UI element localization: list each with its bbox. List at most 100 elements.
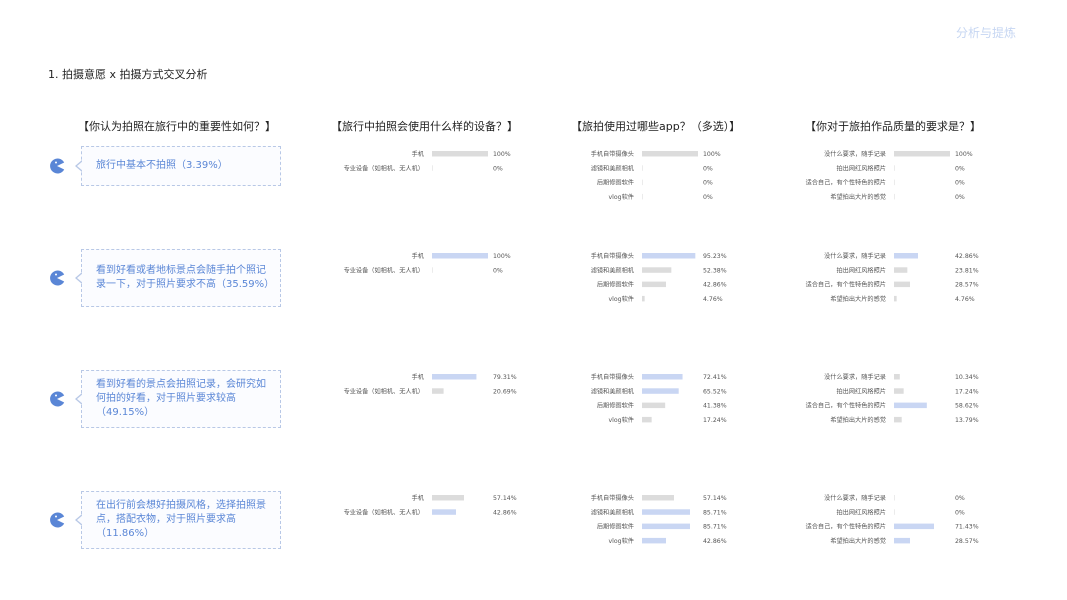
bar (894, 151, 950, 157)
bar-chart-app: 手机自带摄像头 72.41% 滤镜和美颜相机 65.52% 后期修图软件 41.38% vl… (541, 373, 741, 431)
value-label: 0% (493, 165, 503, 172)
bar (894, 165, 895, 171)
category-label: 手机自带摄像头 (591, 252, 634, 260)
bar-chart-svg: 手机自带摄像头 95.23% 滤镜和美颜相机 52.38% 后期修图软件 42.86% vl… (591, 252, 727, 303)
bar-chart-svg: 手机 100% 专业设备（如相机、无人机） 0% (344, 252, 511, 274)
category-label: vlog软件 (609, 537, 634, 545)
category-label: 专业设备（如相机、无人机） (344, 266, 424, 274)
bar-chart-svg: 没什么要求，随手记录 42.86% 拍出网红风格照片 23.81% 适合自己，有个性特色… (806, 252, 979, 303)
category-label: 适合自己，有个性特色的照片 (806, 179, 886, 187)
value-label: 4.76% (703, 296, 723, 303)
bar (432, 374, 477, 380)
answer-bubble: 旅行中基本不拍照（3.39%） (75, 146, 281, 186)
value-label: 100% (703, 151, 721, 158)
top-link[interactable]: 分析与提炼 (956, 24, 1016, 41)
bar-chart-app: 手机自带摄像头 100% 滤镜和美颜相机 0% 后期修图软件 0% vlog软件 0% (541, 150, 741, 208)
bar (642, 165, 643, 171)
pacman-icon (50, 391, 65, 407)
value-label: 42.86% (493, 509, 517, 516)
bar (894, 374, 900, 380)
value-label: 10.34% (955, 374, 979, 381)
bar (642, 416, 652, 423)
value-label: 42.86% (703, 282, 727, 289)
value-label: 85.71% (703, 524, 727, 531)
value-label: 0% (703, 180, 713, 187)
bar-chart-svg: 手机自带摄像头 57.14% 滤镜和美颜相机 85.71% 后期修图软件 85.71% vl… (591, 494, 727, 545)
row-label: 旅行中基本不拍照（3.39%） (49, 146, 283, 186)
column-header-quality: 【你对于旅拍作品质量的要求是？】 (805, 120, 981, 133)
answer-bubble: 在出行前会想好拍摄风格，选择拍照景点，搭配衣物，对于照片要求高（11.86%） (75, 491, 281, 549)
category-label: 适合自己，有个性特色的照片 (806, 402, 886, 410)
answer-text: 旅行中基本不拍照（3.39%） (96, 160, 228, 171)
bar (642, 267, 672, 273)
bar (894, 402, 927, 409)
category-label: 拍出网红风格照片 (837, 508, 887, 516)
value-label: 79.31% (493, 374, 517, 381)
value-label: 95.23% (703, 253, 727, 260)
value-label: 17.24% (703, 417, 727, 424)
bar-chart-svg: 没什么要求，随手记录 0% 拍出网红风格照片 0% 适合自己，有个性特色的照片 71.43… (806, 494, 979, 545)
category-label: 专业设备（如相机、无人机） (344, 164, 424, 172)
category-label: 拍出网红风格照片 (837, 387, 887, 395)
column-header-app: 【旅拍使用过哪些app？（多选）】 (571, 120, 741, 133)
category-label: 手机 (412, 150, 425, 158)
bar (894, 267, 908, 273)
row-label: 在出行前会想好拍摄风格，选择拍照景点，搭配衣物，对于照片要求高（11.86%） (49, 491, 283, 549)
bar-chart-device: 手机 57.14% 专业设备（如相机、无人机） 42.86% (331, 494, 531, 523)
value-label: 0% (955, 495, 965, 502)
row-label: 看到好看或者地标景点会随手拍个照记录一下，对于照片要求不高（35.59%） (49, 249, 283, 307)
column-header-importance: 【你认为拍照在旅行中的重要性如何？】 (78, 120, 276, 133)
category-label: 手机自带摄像头 (591, 494, 634, 502)
value-label: 13.79% (955, 417, 979, 424)
bar (642, 374, 683, 380)
answer-bubble: 看到好看的景点会拍照记录，会研究如何拍的好看，对于照片要求较高（49.15%） (75, 370, 281, 428)
category-label: 没什么要求，随手记录 (824, 373, 886, 381)
bar-chart-device: 手机 100% 专业设备（如相机、无人机） 0% (331, 252, 531, 281)
bar (642, 402, 666, 409)
value-label: 0% (703, 194, 713, 201)
category-label: 后期修图软件 (597, 402, 634, 410)
value-label: 57.14% (703, 495, 727, 502)
bar-chart-svg: 没什么要求，随手记录 10.34% 拍出网红风格照片 17.24% 适合自己，有个性特色… (806, 373, 979, 424)
pacman-icon (50, 270, 65, 286)
category-label: 后期修图软件 (597, 523, 634, 531)
value-label: 0% (703, 165, 713, 172)
bar-chart-svg: 手机 57.14% 专业设备（如相机、无人机） 42.86% (344, 494, 517, 516)
value-label: 17.24% (955, 388, 979, 395)
category-label: 拍出网红风格照片 (837, 266, 887, 274)
bar (642, 281, 667, 288)
category-label: 手机自带摄像头 (591, 150, 634, 158)
answer-text: 在出行前会想好拍摄风格，选择拍照景点，搭配衣物，对于照片要求高（11.86%） (96, 500, 266, 539)
value-label: 20.69% (493, 388, 517, 395)
bar (642, 193, 643, 200)
bar (432, 509, 457, 515)
bar (432, 151, 488, 157)
category-label: 手机 (412, 494, 425, 502)
category-label: 拍出网红风格照片 (837, 164, 887, 172)
value-label: 71.43% (955, 524, 979, 531)
category-label: 专业设备（如相机、无人机） (344, 387, 424, 395)
bar-chart-quality: 没什么要求，随手记录 0% 拍出网红风格照片 0% 适合自己，有个性特色的照片 71.43… (793, 494, 993, 552)
category-label: 希望拍出大片的感觉 (830, 537, 886, 545)
value-label: 4.76% (955, 296, 975, 303)
bar-chart-svg: 手机自带摄像头 72.41% 滤镜和美颜相机 65.52% 后期修图软件 41.38% vl… (591, 373, 727, 424)
value-label: 0% (955, 194, 965, 201)
value-label: 0% (955, 165, 965, 172)
value-label: 100% (493, 151, 511, 158)
bar-chart-svg: 没什么要求，随手记录 100% 拍出网红风格照片 0% 适合自己，有个性特色的照片 0% 希… (806, 150, 973, 201)
category-label: 滤镜和美颜相机 (591, 508, 635, 516)
bar-chart-device: 手机 100% 专业设备（如相机、无人机） 0% (331, 150, 531, 179)
pacman-icon (50, 512, 65, 528)
value-label: 65.52% (703, 388, 727, 395)
category-label: 手机自带摄像头 (591, 373, 634, 381)
answer-bubble: 看到好看或者地标景点会随手拍个照记录一下，对于照片要求不高（35.59%） (75, 249, 281, 307)
value-label: 42.86% (703, 538, 727, 545)
category-label: 没什么要求，随手记录 (824, 494, 886, 502)
answer-text: 看到好看的景点会拍照记录，会研究如何拍的好看，对于照片要求较高（49.15%） (96, 379, 266, 418)
bar (894, 281, 910, 288)
value-label: 0% (955, 509, 965, 516)
bar (642, 509, 690, 515)
bar-chart-app: 手机自带摄像头 57.14% 滤镜和美颜相机 85.71% 后期修图软件 85.71% vl… (541, 494, 741, 552)
answer-text: 看到好看或者地标景点会随手拍个照记录一下，对于照片要求不高（35.59%） (96, 265, 275, 290)
category-label: 后期修图软件 (597, 179, 634, 187)
